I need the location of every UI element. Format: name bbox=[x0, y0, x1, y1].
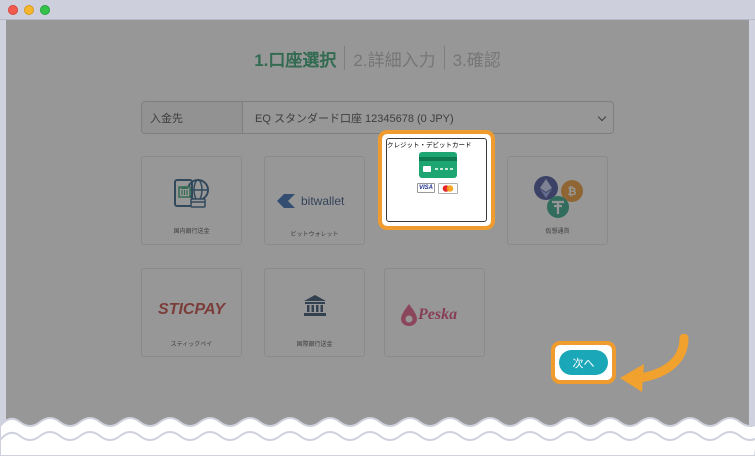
bank-card-globe-icon bbox=[174, 179, 209, 208]
minimize-window-button[interactable] bbox=[24, 5, 34, 15]
title-bar bbox=[0, 0, 755, 20]
window-frame-left bbox=[0, 20, 6, 456]
step-indicator: 1.口座選択 2.詳細入力 3.確認 bbox=[6, 44, 749, 72]
method-label: 国際銀行送金 bbox=[296, 342, 333, 348]
torn-edge-decoration bbox=[0, 417, 755, 456]
deposit-destination-label: 入金先 bbox=[142, 102, 243, 133]
crypto-coins-icon: ₿ bbox=[534, 176, 583, 218]
method-credit-card-highlight: VISA クレジット・デビットカード bbox=[378, 130, 495, 230]
method-peska[interactable]: Peska bbox=[384, 268, 485, 357]
method-intl-bank[interactable]: 国際銀行送金 bbox=[264, 268, 365, 357]
method-crypto[interactable]: ₿ 仮想通貨 bbox=[507, 156, 608, 245]
credit-card-icon bbox=[419, 152, 457, 178]
svg-text:₿: ₿ bbox=[568, 186, 577, 198]
method-label: クレジット・デビットカード bbox=[387, 141, 472, 149]
deposit-account-select[interactable]: EQ スタンダード口座 12345678 (0 JPY) bbox=[243, 102, 613, 133]
method-label: ビットウォレット bbox=[290, 232, 339, 238]
method-label: 仮想通貨 bbox=[545, 229, 570, 235]
visa-logo: VISA bbox=[417, 183, 435, 193]
sticpay-logo: STICPAY bbox=[158, 301, 225, 318]
bitwallet-brand-text: bitwallet bbox=[301, 194, 345, 208]
pointer-arrow-icon bbox=[620, 334, 689, 392]
mastercard-logo bbox=[438, 183, 458, 194]
deposit-account-value: EQ スタンダード口座 12345678 (0 JPY) bbox=[255, 112, 454, 125]
method-bitwallet[interactable]: bitwallet ビットウォレット bbox=[264, 156, 365, 245]
peska-drop-icon bbox=[401, 304, 417, 326]
step-confirm: 3.確認 bbox=[452, 50, 501, 70]
method-sticpay[interactable]: STICPAY スティックペイ bbox=[141, 268, 242, 357]
maximize-window-button[interactable] bbox=[40, 5, 50, 15]
close-window-button[interactable] bbox=[8, 5, 18, 15]
next-button[interactable]: 次へ bbox=[559, 350, 608, 375]
chevron-down-icon bbox=[597, 112, 607, 122]
window-frame-right bbox=[749, 20, 755, 456]
method-label: スティックペイ bbox=[170, 342, 213, 348]
bitwallet-logo bbox=[277, 194, 295, 208]
step-account-select: 1.口座選択 bbox=[254, 50, 337, 70]
app-window: 1.口座選択 2.詳細入力 3.確認 入金先 EQ スタンダード口座 12345… bbox=[0, 0, 755, 456]
next-button-highlight: 次へ bbox=[551, 341, 616, 384]
bank-building-icon bbox=[304, 295, 326, 316]
deposit-destination-row: 入金先 EQ スタンダード口座 12345678 (0 JPY) bbox=[141, 101, 614, 134]
method-label: 国内銀行送金 bbox=[173, 229, 210, 235]
peska-logo: Peska bbox=[418, 306, 458, 323]
method-domestic-bank[interactable]: 国内銀行送金 bbox=[141, 156, 242, 245]
method-credit-card[interactable]: VISA クレジット・デビットカード bbox=[386, 138, 487, 222]
step-details: 2.詳細入力 bbox=[353, 50, 436, 70]
